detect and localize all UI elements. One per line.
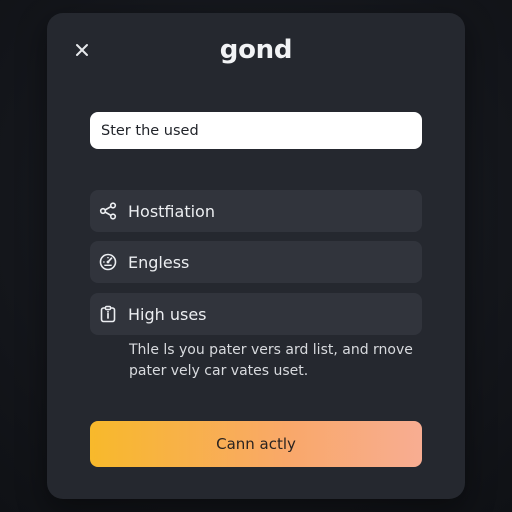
dialog: gond Hostfiation Engless (47, 13, 465, 499)
option-hostfiation[interactable]: Hostfiation (90, 190, 422, 232)
clipboard-info-icon (98, 304, 118, 324)
share-icon (98, 201, 118, 221)
option-label: Hostfiation (128, 201, 215, 221)
description-line: pater vely car vates uset. (129, 363, 309, 379)
search-input[interactable] (90, 112, 422, 149)
dialog-title: gond (219, 35, 293, 65)
option-high-uses[interactable]: High uses (90, 293, 422, 335)
description-text: Thle ls you pater vers ard list, and rno… (129, 340, 429, 382)
description-line: Thle ls you pater vers ard list, and rno… (129, 342, 413, 358)
dashboard-gauge-icon (98, 252, 118, 272)
option-engless[interactable]: Engless (90, 241, 422, 283)
option-label: Engless (128, 252, 190, 272)
option-label: High uses (128, 304, 207, 324)
primary-action-button[interactable]: Cann actly (90, 421, 422, 467)
